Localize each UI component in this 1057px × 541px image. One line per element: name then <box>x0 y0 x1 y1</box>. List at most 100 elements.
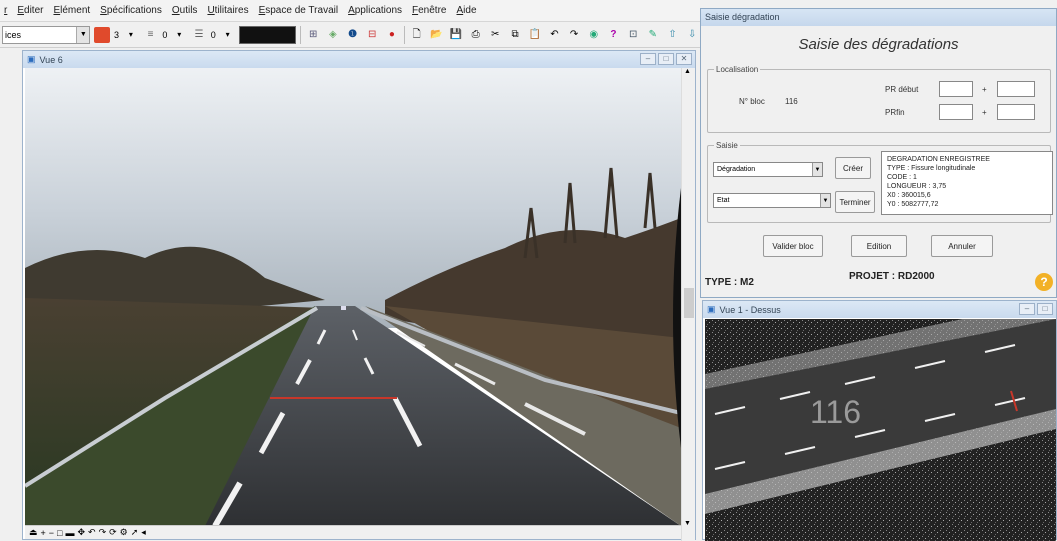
help-icon[interactable]: ? <box>1035 273 1053 291</box>
globe-icon[interactable]: ◉ <box>586 27 602 43</box>
chevron-down-icon[interactable]: ▼ <box>820 194 830 207</box>
line-weight-icon[interactable]: ☰ <box>191 27 207 43</box>
menu-item-r[interactable]: r <box>4 5 7 16</box>
menu-item-applications[interactable]: Applications <box>348 5 402 16</box>
road-camera-image[interactable] <box>25 68 681 526</box>
edition-button[interactable]: Edition <box>851 235 907 257</box>
cut-icon[interactable]: ✂ <box>488 27 504 43</box>
menu-item-editer[interactable]: Editer <box>17 5 43 16</box>
vue6-vertical-scrollbar[interactable]: ▲ ▼ <box>681 68 695 541</box>
pencil-icon[interactable]: ✎ <box>645 27 661 43</box>
window-icon: ▣ <box>707 304 716 314</box>
paste-icon[interactable]: 📋 <box>527 27 543 43</box>
record-icon[interactable]: ● <box>384 27 400 43</box>
menu-item-fenetre[interactable]: Fenêtre <box>412 5 446 16</box>
top-down-view[interactable]: 116 <box>705 319 1056 541</box>
valider-bloc-button[interactable]: Valider bloc <box>763 235 823 257</box>
rotate-icon[interactable]: ⟳ <box>109 527 117 538</box>
vue6-view-controls: ⏏ + − □ ▬ ✥ ↶ ↷ ⟳ ⚙ ➚ ◂ <box>25 525 681 539</box>
info-line: LONGUEUR : 3,75 <box>887 183 947 190</box>
maximize-icon[interactable]: □ <box>1037 303 1053 315</box>
road-photo <box>25 68 681 526</box>
color-swatch[interactable] <box>239 25 297 44</box>
info-line: TYPE : Fissure longitudinale <box>887 165 976 172</box>
menu-item-outils[interactable]: Outils <box>172 5 198 16</box>
bloc-overlay-number: 116 <box>810 394 861 430</box>
redo-icon[interactable]: ↷ <box>566 27 582 43</box>
new-file-icon[interactable]: 🗋 <box>409 27 425 43</box>
pr-debut-input[interactable] <box>939 81 973 97</box>
terminer-button[interactable]: Terminer <box>835 191 875 213</box>
lidar-top-view: 116 <box>705 319 1056 541</box>
pan-icon[interactable]: ✥ <box>77 527 85 538</box>
menu-item-espace-de-travail[interactable]: Espace de Travail <box>259 5 339 16</box>
chevron-down-icon[interactable]: ▼ <box>684 520 691 527</box>
chevron-down-icon[interactable]: ▾ <box>220 27 236 43</box>
chevron-down-icon[interactable]: ▾ <box>171 27 187 43</box>
menu-item-aide[interactable]: Aide <box>456 5 476 16</box>
saisie-legend: Saisie <box>716 141 738 150</box>
zoom-out-icon[interactable]: − <box>49 528 54 538</box>
vue1-titlebar[interactable]: ▣ Vue 1 - Dessus <box>703 301 1056 318</box>
info-icon[interactable]: ❶ <box>345 27 361 43</box>
dialog-titlebar[interactable]: Saisie dégradation <box>701 9 1056 26</box>
camera-icon[interactable]: ➚ <box>131 527 139 538</box>
degradation-select[interactable]: Dégradation ▼ <box>713 162 823 177</box>
undo-icon[interactable]: ↶ <box>547 27 563 43</box>
line-style-icon[interactable]: ≡ <box>143 27 159 43</box>
arrow-down-icon[interactable]: ⇩ <box>684 27 700 43</box>
menu-item-utilitaires[interactable]: Utilitaires <box>207 5 248 16</box>
saisie-degradation-dialog: Saisie dégradation Saisie des dégradatio… <box>700 8 1057 298</box>
vue6-window: ▣ Vue 6 – □ ✕ ▲ ▼ ⏏ + − □ ▬ ✥ ↶ ↷ ⟳ ⚙ ➚ … <box>22 50 696 541</box>
menu-item-element[interactable]: Elément <box>53 5 90 16</box>
scroll-thumb[interactable] <box>684 288 694 318</box>
chevron-down-icon[interactable]: ▼ <box>76 26 90 43</box>
minimize-icon[interactable]: – <box>640 53 656 65</box>
creer-button[interactable]: Créer <box>835 157 871 179</box>
layers-icon[interactable]: ◈ <box>325 27 341 43</box>
pr-fin-label: PRfin <box>885 108 905 117</box>
print-icon[interactable]: ⎙ <box>468 27 484 43</box>
maximize-icon[interactable]: □ <box>658 53 674 65</box>
undo-view-icon[interactable]: ↶ <box>88 527 96 538</box>
bloc-number-value: 116 <box>785 97 798 106</box>
zoom-in-icon[interactable]: + <box>41 528 46 538</box>
measure-icon[interactable]: ⊡ <box>625 27 641 43</box>
layer-combo[interactable]: ices ▼ <box>2 25 91 44</box>
info-line: CODE : 1 <box>887 174 917 181</box>
etat-select[interactable]: Etat ▼ <box>713 193 831 208</box>
copy-icon[interactable]: ⧉ <box>507 27 523 43</box>
projet-label: PROJET : RD2000 <box>849 271 935 282</box>
vue6-titlebar[interactable]: ▣ Vue 6 <box>23 51 695 68</box>
pr-debut-offset-input[interactable] <box>997 81 1035 97</box>
save-icon[interactable]: 💾 <box>448 27 464 43</box>
settings-icon[interactable]: ⚙ <box>120 527 128 538</box>
minimize-icon[interactable]: – <box>1019 303 1035 315</box>
pr-fin-input[interactable] <box>939 104 973 120</box>
vue1-window-buttons: – □ <box>1019 303 1053 315</box>
chevron-left-icon[interactable]: ◂ <box>141 527 146 538</box>
fit-view-icon[interactable]: ▬ <box>65 528 74 538</box>
view-icon[interactable]: ⊞ <box>305 27 321 43</box>
menu-item-specifications[interactable]: Spécifications <box>100 5 162 16</box>
chevron-down-icon[interactable]: ▼ <box>812 163 822 176</box>
help-icon[interactable]: ? <box>606 27 622 43</box>
info-line: Y0 : 5082777,72 <box>887 201 939 208</box>
grid-icon[interactable]: ⊟ <box>364 27 380 43</box>
spin-value-3: 0 <box>210 29 216 40</box>
annuler-button[interactable]: Annuler <box>931 235 993 257</box>
pr-fin-offset-input[interactable] <box>997 104 1035 120</box>
close-icon[interactable]: ✕ <box>676 53 692 65</box>
arrow-up-icon[interactable]: ⇧ <box>665 27 681 43</box>
color-icon[interactable] <box>94 26 110 43</box>
chevron-down-icon[interactable]: ▾ <box>123 27 139 43</box>
vue1-title: Vue 1 - Dessus <box>719 304 781 315</box>
vue6-window-buttons: – □ ✕ <box>640 53 692 65</box>
view-tool-icon[interactable]: ⏏ <box>29 527 38 538</box>
chevron-up-icon[interactable]: ▲ <box>684 68 691 75</box>
window-area-icon[interactable]: □ <box>57 528 62 538</box>
etat-select-value: Etat <box>717 197 730 204</box>
open-folder-icon[interactable]: 📂 <box>428 27 444 43</box>
redo-view-icon[interactable]: ↷ <box>99 527 107 538</box>
toolbar: ices ▼ 3 ▾ ≡ 0 ▾ ☰ 0 ▾ ⊞ ◈ ❶ ⊟ ● 🗋 📂 💾 ⎙… <box>0 22 700 48</box>
